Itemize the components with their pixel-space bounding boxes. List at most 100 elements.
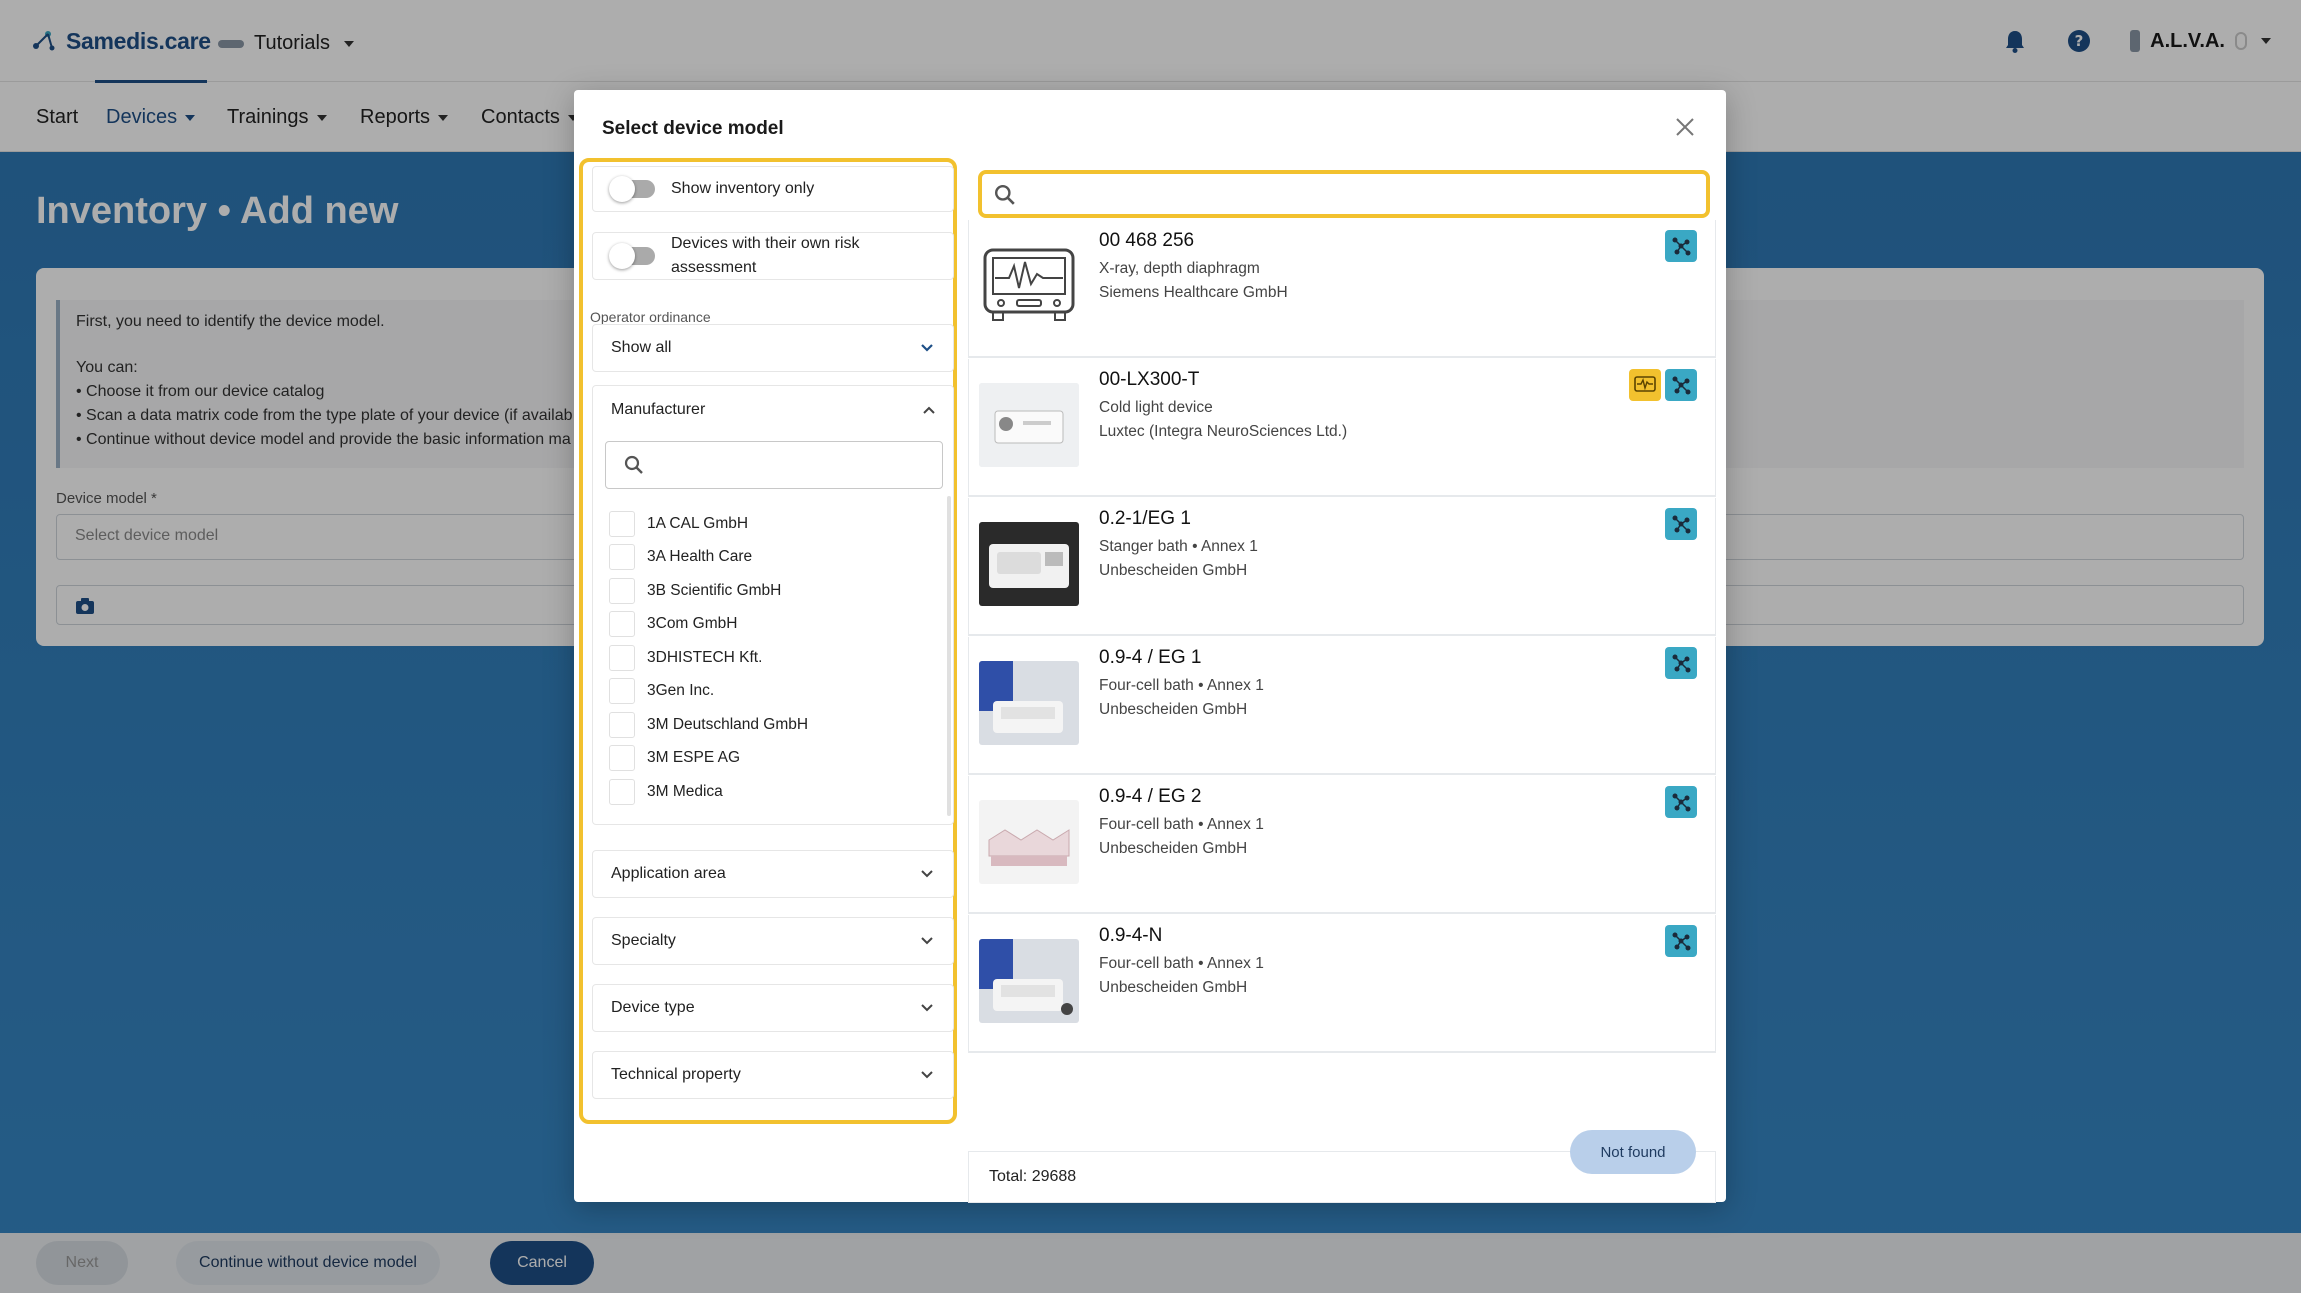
checkbox[interactable] xyxy=(609,678,635,705)
result-subtitle: Four-cell bath • Annex 1 xyxy=(1099,816,1264,833)
device-image xyxy=(979,939,1079,1023)
result-title: 0.2-1/EG 1 xyxy=(1099,508,1191,529)
own-risk-assessment-toggle[interactable]: Devices with their own risk assessment xyxy=(592,232,954,280)
checkbox[interactable] xyxy=(609,510,635,537)
accordion-label: Technical property xyxy=(611,1066,741,1083)
device-image xyxy=(979,522,1079,606)
option-label: 3B Scientific GmbH xyxy=(647,581,782,599)
result-manufacturer: Siemens Healthcare GmbH xyxy=(1099,284,1288,301)
chevron-up-icon xyxy=(923,406,935,414)
manufacturer-option[interactable]: 3A Health Care xyxy=(609,541,939,575)
device-type-accordion[interactable]: Device type xyxy=(592,984,954,1032)
manufacturer-option[interactable]: 3DHISTECH Kft. xyxy=(609,641,939,675)
search-icon xyxy=(994,184,1015,205)
result-title: 00-LX300-T xyxy=(1099,369,1200,390)
option-label: 1A CAL GmbH xyxy=(647,514,749,532)
network-badge-icon xyxy=(1665,925,1697,957)
option-label: 3M ESPE AG xyxy=(647,749,741,767)
device-search-input[interactable] xyxy=(978,170,1710,218)
toggle-label: Devices with their own risk assessment xyxy=(671,232,860,280)
manufacturer-option[interactable]: 3M ESPE AG xyxy=(609,742,939,776)
application-area-accordion[interactable]: Application area xyxy=(592,850,954,898)
chevron-down-icon xyxy=(921,344,933,352)
network-badge-icon xyxy=(1665,786,1697,818)
result-title: 00 468 256 xyxy=(1099,230,1195,251)
chevron-down-icon xyxy=(921,1071,933,1079)
device-image xyxy=(979,800,1079,884)
toggle-switch[interactable] xyxy=(609,243,655,269)
toggle-label-line: Devices with their own risk xyxy=(671,235,860,252)
toggle-label-line: assessment xyxy=(671,259,757,276)
network-badge-icon xyxy=(1665,230,1697,262)
manufacturer-option[interactable]: 3Com GmbH xyxy=(609,608,939,642)
checkbox[interactable] xyxy=(609,544,635,571)
toggle-switch[interactable] xyxy=(609,176,655,202)
network-badge-icon xyxy=(1665,647,1697,679)
network-badge-icon xyxy=(1665,369,1697,401)
scrollbar[interactable] xyxy=(947,496,951,816)
close-icon[interactable] xyxy=(1674,116,1696,138)
chevron-down-icon xyxy=(921,1004,933,1012)
manufacturer-list: 1A CAL GmbH 3A Health Care 3B Scientific… xyxy=(609,507,939,809)
result-item[interactable]: 0.9-4 / EG 1 Four-cell bath • Annex 1 Un… xyxy=(968,637,1716,775)
not-found-button[interactable]: Not found xyxy=(1570,1130,1696,1174)
search-icon xyxy=(624,455,643,474)
device-placeholder-icon xyxy=(979,244,1079,328)
accordion-label: Device type xyxy=(611,999,695,1016)
result-item[interactable]: 00-LX300-T Cold light device Luxtec (Int… xyxy=(968,359,1716,497)
result-manufacturer: Unbescheiden GmbH xyxy=(1099,562,1248,579)
checkbox[interactable] xyxy=(609,711,635,738)
checkbox[interactable] xyxy=(609,611,635,638)
accordion-label: Specialty xyxy=(611,932,676,949)
checkbox[interactable] xyxy=(609,577,635,604)
option-label: 3M Deutschland GmbH xyxy=(647,715,809,733)
result-item[interactable]: 0.9-4 / EG 2 Four-cell bath • Annex 1 Un… xyxy=(968,776,1716,914)
manufacturer-filter: Manufacturer 1A CAL GmbH 3A Health Care … xyxy=(592,385,954,825)
accordion-label: Application area xyxy=(611,865,726,882)
result-manufacturer: Luxtec (Integra NeuroSciences Ltd.) xyxy=(1099,423,1348,440)
result-manufacturer: Unbescheiden GmbH xyxy=(1099,840,1248,857)
manufacturer-option[interactable]: 3B Scientific GmbH xyxy=(609,574,939,608)
result-item[interactable]: 0.9-4-N Four-cell bath • Annex 1 Unbesch… xyxy=(968,915,1716,1053)
result-title: 0.9-4 / EG 1 xyxy=(1099,647,1202,668)
accordion-label: Manufacturer xyxy=(611,401,706,418)
filter-panel: Show inventory only Devices with their o… xyxy=(579,158,957,1124)
manufacturer-option[interactable]: 3Gen Inc. xyxy=(609,675,939,709)
result-subtitle: Cold light device xyxy=(1099,399,1213,416)
toggle-label: Show inventory only xyxy=(671,180,815,197)
checkbox[interactable] xyxy=(609,745,635,772)
dialog-title: Select device model xyxy=(602,118,784,139)
checkbox[interactable] xyxy=(609,644,635,671)
result-title: 0.9-4 / EG 2 xyxy=(1099,786,1202,807)
specialty-accordion[interactable]: Specialty xyxy=(592,917,954,965)
manufacturer-accordion-header[interactable]: Manufacturer xyxy=(593,386,953,434)
option-label: 3DHISTECH Kft. xyxy=(647,648,763,666)
result-manufacturer: Unbescheiden GmbH xyxy=(1099,701,1248,718)
device-image xyxy=(979,661,1079,745)
result-item[interactable]: 0.2-1/EG 1 Stanger bath • Annex 1 Unbesc… xyxy=(968,498,1716,636)
operator-ordinance-label: Operator ordinance xyxy=(590,309,711,325)
manufacturer-search-input[interactable] xyxy=(605,441,943,489)
result-subtitle: Four-cell bath • Annex 1 xyxy=(1099,955,1264,972)
result-subtitle: Stanger bath • Annex 1 xyxy=(1099,538,1258,555)
result-subtitle: X-ray, depth diaphragm xyxy=(1099,260,1260,277)
select-device-model-dialog: Select device model Show inventory only … xyxy=(574,90,1726,1203)
option-label: 3Gen Inc. xyxy=(647,682,715,700)
chevron-down-icon xyxy=(921,870,933,878)
checkbox[interactable] xyxy=(609,778,635,805)
chevron-down-icon xyxy=(921,937,933,945)
result-item[interactable]: 00 468 256 X-ray, depth diaphragm Siemen… xyxy=(968,220,1716,358)
device-badge-icon xyxy=(1629,369,1661,401)
option-label: 3Com GmbH xyxy=(647,615,738,633)
manufacturer-option[interactable]: 1A CAL GmbH xyxy=(609,507,939,541)
show-inventory-only-toggle[interactable]: Show inventory only xyxy=(592,166,954,212)
manufacturer-option[interactable]: 3M Deutschland GmbH xyxy=(609,708,939,742)
select-value: Show all xyxy=(611,339,672,356)
result-title: 0.9-4-N xyxy=(1099,925,1163,946)
network-badge-icon xyxy=(1665,508,1697,540)
operator-ordinance-select[interactable]: Show all xyxy=(592,324,954,372)
manufacturer-option[interactable]: 3M Medica xyxy=(609,775,939,809)
technical-property-accordion[interactable]: Technical property xyxy=(592,1051,954,1099)
result-subtitle: Four-cell bath • Annex 1 xyxy=(1099,677,1264,694)
results-list: 00 468 256 X-ray, depth diaphragm Siemen… xyxy=(968,220,1716,1144)
